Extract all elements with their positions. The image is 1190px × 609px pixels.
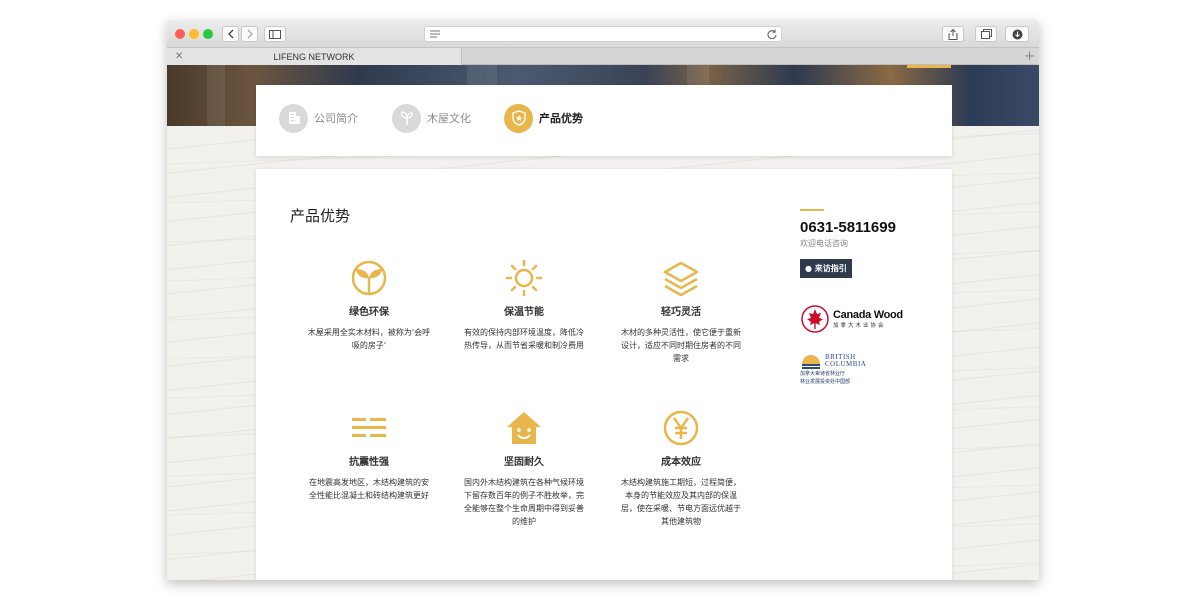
download-icon [1012, 29, 1022, 39]
hero-wood-strip [207, 65, 225, 126]
british-columbia-logo: BRITISH COLUMBIA 加拿大卑诗省林业厅 林业发展投资处中国部 [800, 354, 920, 386]
shield-icon [504, 103, 533, 133]
share-icon [948, 28, 958, 40]
maple-leaf-icon [801, 305, 829, 333]
feature-card: 绿色环保 木屋采用全实木材料，被称为'会呼吸的房子' [306, 259, 432, 352]
feature-title: 抗震性强 [349, 457, 389, 468]
phone-caption: 欢迎电话咨询 [800, 239, 848, 248]
close-window-button[interactable] [175, 29, 185, 39]
new-tab-button[interactable]: + [1024, 49, 1035, 64]
tab-wooden-house-culture[interactable]: 木屋文化 [392, 103, 471, 133]
feature-desc: 木屋采用全实木材料，被称为'会呼吸的房子' [307, 328, 431, 350]
tab-product-advantages[interactable]: 产品优势 [504, 103, 583, 133]
contact-sidebar: 0631-5811699 欢迎电话咨询 ● 来访指引 Canada Wood 加… [800, 209, 920, 386]
web-page: 公司简介 木屋文化 产品优势 产品优势 绿色环保 木屋采用全实木材料，被称为'会… [167, 65, 1039, 580]
feature-desc: 木结构建筑施工期短，过程简便，本身的节能效应及其内部的保温层，使在采暖、节电方面… [621, 478, 741, 526]
seismic-lines-icon [352, 418, 386, 437]
chevron-left-icon [227, 29, 233, 39]
forward-button[interactable] [241, 26, 258, 42]
yen-coin-icon [663, 410, 699, 446]
sprout-icon [392, 103, 421, 133]
minimize-window-button[interactable] [189, 29, 199, 39]
feature-card: 轻巧灵活 木材的多种灵活性，使它便于重新设计，适应不同时期住房者的不同需求 [618, 259, 744, 365]
back-button[interactable] [222, 26, 239, 42]
location-pin-icon: ● [805, 264, 812, 273]
tab-company-profile[interactable]: 公司简介 [279, 103, 358, 133]
bc-name-line2: COLUMBIA [825, 360, 867, 368]
feature-card: 保温节能 有效的保持内部环境温度，降低冷热传导，从而节省采暖和制冷费用 [461, 259, 587, 352]
nav-label: 木屋文化 [427, 112, 471, 125]
feature-desc: 木材的多种灵活性，使它便于重新设计，适应不同时期住房者的不同需求 [621, 328, 741, 363]
browser-window: ✕ LIFENG NETWORK + 公司简介 木屋文化 产品优势 产品优势 绿… [167, 20, 1039, 580]
feature-desc: 有效的保持内部环境温度，降低冷热传导，从而节省采暖和制冷费用 [464, 328, 584, 350]
house-smile-icon [507, 412, 541, 444]
canada-wood-name: Canada Wood [833, 309, 903, 321]
visit-guide-label: 来访指引 [814, 264, 847, 273]
tabs-icon [980, 29, 992, 39]
browser-tab[interactable]: ✕ LIFENG NETWORK [167, 48, 462, 65]
bc-subtitle-1: 加拿大卑诗省林业厅 [800, 371, 846, 377]
feature-title: 成本效应 [661, 457, 701, 468]
tabs-overview-button[interactable] [975, 26, 997, 42]
feature-title: 坚固耐久 [504, 457, 544, 468]
canada-wood-logo: Canada Wood 加拿大木业协会 [800, 304, 920, 334]
downloads-button[interactable] [1005, 26, 1029, 42]
sidebar-icon [269, 29, 281, 39]
phone-number: 0631-5811699 [800, 219, 896, 236]
sun-icon [505, 259, 543, 297]
tab-bar: ✕ LIFENG NETWORK + [167, 48, 1039, 65]
main-content-card: 产品优势 绿色环保 木屋采用全实木材料，被称为'会呼吸的房子' 保温节能 有效的… [256, 169, 952, 580]
tab-close-icon[interactable]: ✕ [175, 51, 183, 62]
building-icon [279, 103, 308, 133]
nav-label: 公司简介 [314, 112, 358, 125]
reader-icon [430, 30, 440, 38]
page-title: 产品优势 [290, 207, 351, 225]
feature-title: 轻巧灵活 [661, 307, 701, 318]
layers-icon [663, 261, 699, 297]
nav-label: 产品优势 [539, 112, 583, 125]
bc-sun-icon [802, 355, 820, 369]
feature-card: 抗震性强 在地震高发地区，木结构建筑的安全性能比混凝土和砖结构建筑更好 [306, 409, 432, 502]
feature-desc: 国内外木结构建筑在各种气候环境下留存数百年的例子不胜枚举，完全能够在整个生命周期… [464, 478, 584, 526]
reload-icon[interactable] [767, 29, 777, 39]
share-button[interactable] [942, 26, 964, 42]
feature-card: 成本效应 木结构建筑施工期短，过程简便，本身的节能效应及其内部的保温层，使在采暖… [618, 409, 744, 528]
feature-card: 坚固耐久 国内外木结构建筑在各种气候环境下留存数百年的例子不胜枚举，完全能够在整… [461, 409, 587, 528]
sub-navigation: 公司简介 木屋文化 产品优势 [256, 85, 952, 156]
chevron-right-icon [247, 29, 253, 39]
leaf-icon [351, 260, 387, 296]
visit-guide-button[interactable]: ● 来访指引 [800, 259, 852, 278]
canada-wood-subtitle: 加拿大木业协会 [833, 323, 886, 329]
browser-toolbar [167, 20, 1039, 48]
hero-accent-line [907, 65, 951, 68]
maximize-window-button[interactable] [203, 29, 213, 39]
tab-title: LIFENG NETWORK [273, 51, 355, 62]
sidebar-accent-line [800, 209, 824, 211]
bc-subtitle-2: 林业发展投资处中国部 [800, 379, 851, 385]
sidebar-toggle-button[interactable] [264, 26, 286, 42]
feature-desc: 在地震高发地区，木结构建筑的安全性能比混凝土和砖结构建筑更好 [309, 478, 429, 500]
feature-title: 绿色环保 [349, 307, 389, 318]
feature-title: 保温节能 [504, 307, 544, 318]
address-bar[interactable] [424, 26, 782, 42]
